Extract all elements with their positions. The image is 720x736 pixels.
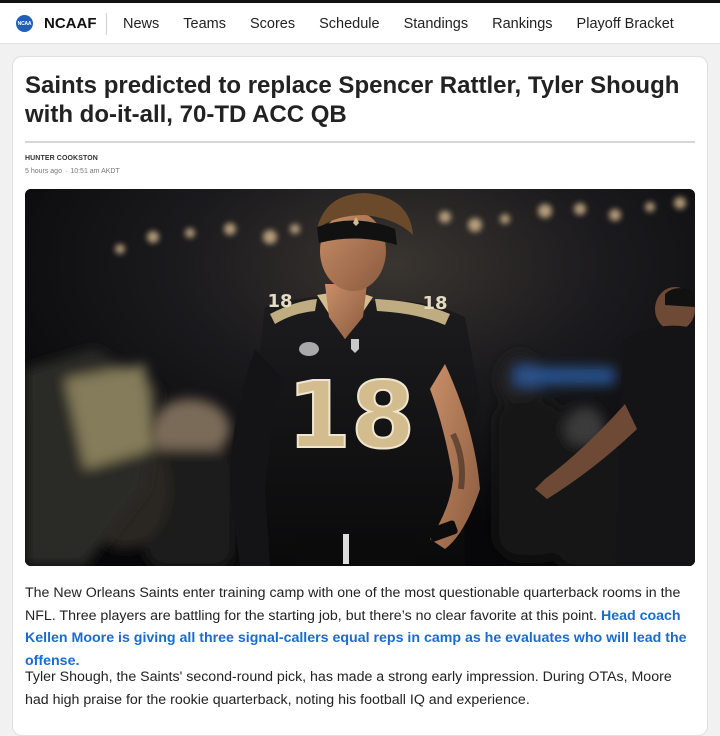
nav-item-scores[interactable]: Scores bbox=[250, 16, 295, 32]
jersey-number: 18 bbox=[287, 362, 415, 469]
paragraph-1-text: The New Orleans Saints enter training ca… bbox=[25, 585, 681, 624]
article-meta: 5 hours ago · 10:51 am AKDT bbox=[25, 168, 120, 175]
nav-divider bbox=[106, 13, 107, 35]
top-navigation-bar: NCAA NCAAF News Teams Scores Schedule St… bbox=[0, 0, 720, 44]
publish-timestamp: 10:51 am AKDT bbox=[70, 168, 120, 175]
nav-item-schedule[interactable]: Schedule bbox=[319, 16, 379, 32]
nav-item-rankings[interactable]: Rankings bbox=[492, 16, 552, 32]
headline-divider bbox=[25, 141, 695, 143]
nav-item-playoff-bracket[interactable]: Playoff Bracket bbox=[577, 16, 674, 32]
nav-item-teams[interactable]: Teams bbox=[183, 16, 226, 32]
brand-name[interactable]: NCAAF bbox=[44, 15, 97, 32]
main-nav: News Teams Scores Schedule Standings Ran… bbox=[123, 16, 674, 32]
hero-image[interactable]: 18 18 18 bbox=[25, 189, 695, 566]
ncaa-logo-icon[interactable]: NCAA bbox=[16, 15, 33, 32]
logo-text: NCAA bbox=[17, 20, 32, 27]
shoulder-number-right: 18 bbox=[422, 293, 447, 314]
nav-item-news[interactable]: News bbox=[123, 16, 159, 32]
author-name[interactable]: HUNTER COOKSTON bbox=[25, 155, 98, 162]
nav-item-standings[interactable]: Standings bbox=[404, 16, 469, 32]
article-headline: Saints predicted to replace Spencer Ratt… bbox=[25, 72, 680, 128]
article-paragraph-2: Tyler Shough, the Saints' second-round p… bbox=[25, 669, 672, 708]
time-ago: 5 hours ago bbox=[25, 168, 62, 175]
shoulder-number-left: 18 bbox=[267, 291, 292, 312]
meta-separator: · bbox=[64, 168, 68, 175]
article-paragraph-1: The New Orleans Saints enter training ca… bbox=[25, 582, 697, 672]
